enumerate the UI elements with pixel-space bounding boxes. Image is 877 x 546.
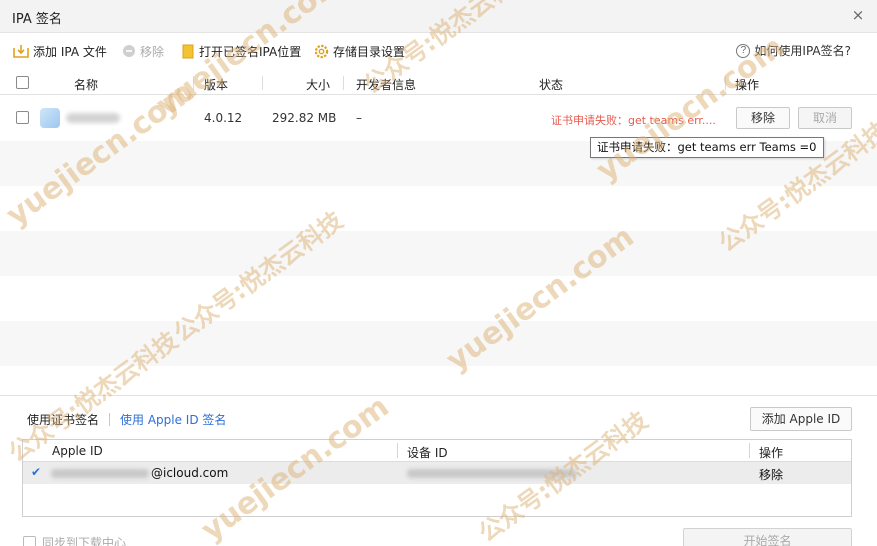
help-link[interactable]: ? 如何使用IPA签名? bbox=[736, 42, 851, 59]
header-apple-id: Apple ID bbox=[52, 444, 103, 458]
apple-id-table: Apple ID 设备 ID 操作 ✔ @icloud.com 移除 bbox=[22, 439, 852, 517]
remove-button[interactable]: 移除 bbox=[122, 42, 164, 60]
header-size: 大小 bbox=[306, 78, 331, 92]
start-sign-button[interactable]: 开始签名 bbox=[683, 528, 852, 546]
header-separator bbox=[725, 76, 726, 90]
header-separator bbox=[749, 443, 750, 458]
row-cancel-button[interactable]: 取消 bbox=[798, 107, 852, 129]
tab-divider bbox=[109, 413, 111, 426]
add-apple-id-button[interactable]: 添加 Apple ID bbox=[750, 407, 852, 431]
section-divider bbox=[0, 395, 877, 396]
empty-row bbox=[0, 321, 877, 366]
help-label: 如何使用IPA签名? bbox=[754, 44, 851, 58]
tab-use-apple-id[interactable]: 使用 Apple ID 签名 bbox=[120, 411, 226, 428]
folder-icon bbox=[182, 44, 194, 58]
header-separator bbox=[262, 76, 263, 90]
header-developer: 开发者信息 bbox=[356, 78, 417, 92]
select-all-checkbox[interactable] bbox=[16, 76, 29, 89]
add-ipa-button[interactable]: 添加 IPA 文件 bbox=[13, 42, 107, 60]
row-remove-button[interactable]: 移除 bbox=[736, 107, 790, 129]
selected-check-icon: ✔ bbox=[31, 465, 42, 479]
storage-settings-button[interactable]: 存储目录设置 bbox=[314, 42, 405, 60]
header-separator bbox=[397, 443, 398, 458]
help-icon: ? bbox=[736, 43, 751, 58]
empty-row bbox=[0, 276, 877, 321]
empty-row bbox=[0, 186, 877, 231]
app-name-redacted bbox=[66, 113, 120, 123]
window-title: IPA 签名 bbox=[12, 12, 62, 27]
sync-checkbox[interactable] bbox=[23, 536, 36, 546]
header-status: 状态 bbox=[539, 78, 564, 92]
row-checkbox[interactable] bbox=[16, 111, 29, 124]
header-actions: 操作 bbox=[735, 78, 760, 92]
header-separator bbox=[343, 76, 344, 90]
title-bar: IPA 签名 × bbox=[0, 0, 877, 33]
sign-method-tabs: 使用证书签名 使用 Apple ID 签名 bbox=[27, 411, 226, 428]
file-table-header: 名称 版本 大小 开发者信息 状态 操作 bbox=[0, 71, 877, 95]
remove-icon bbox=[123, 45, 135, 57]
table-row[interactable]: ✔ @icloud.com 移除 bbox=[23, 462, 851, 484]
account-remove-link[interactable]: 移除 bbox=[759, 466, 783, 483]
row-developer: – bbox=[356, 111, 362, 125]
remove-label: 移除 bbox=[140, 44, 165, 59]
status-tooltip: 证书申请失败：get teams err Teams =0 bbox=[590, 137, 824, 158]
open-signed-location-button[interactable]: 打开已签名IPA位置 bbox=[181, 42, 301, 60]
add-file-icon bbox=[13, 45, 29, 58]
row-size: 292.82 MB bbox=[272, 111, 337, 125]
open-signed-label: 打开已签名IPA位置 bbox=[199, 44, 302, 59]
empty-row bbox=[0, 231, 877, 276]
sync-download-center[interactable]: 同步到下载中心 bbox=[23, 534, 126, 546]
header-name: 名称 bbox=[74, 78, 99, 92]
add-ipa-label: 添加 IPA 文件 bbox=[33, 44, 107, 59]
sync-label: 同步到下载中心 bbox=[42, 536, 127, 546]
row-version: 4.0.12 bbox=[204, 111, 243, 125]
header-action: 操作 bbox=[759, 446, 784, 460]
row-status-error[interactable]: 证书申请失败：get teams err.... bbox=[551, 112, 716, 128]
apple-id-suffix: @icloud.com bbox=[151, 466, 229, 480]
header-device-id: 设备 ID bbox=[407, 446, 448, 460]
header-version: 版本 bbox=[204, 78, 229, 92]
storage-settings-label: 存储目录设置 bbox=[333, 44, 406, 59]
table-row[interactable]: 4.0.12 292.82 MB – 证书申请失败：get teams err.… bbox=[0, 96, 877, 141]
device-id-redacted bbox=[407, 469, 577, 478]
toolbar: 添加 IPA 文件 移除 打开已签名IPA位置 存储目录设置 ? 如何使用IPA… bbox=[0, 37, 877, 65]
header-separator bbox=[193, 76, 194, 90]
gear-icon bbox=[314, 44, 329, 58]
app-icon bbox=[40, 108, 60, 128]
apple-id-table-header: Apple ID 设备 ID 操作 bbox=[23, 440, 851, 462]
apple-id-redacted bbox=[51, 469, 149, 478]
tab-use-certificate[interactable]: 使用证书签名 bbox=[27, 411, 99, 428]
close-icon[interactable]: × bbox=[849, 6, 867, 24]
